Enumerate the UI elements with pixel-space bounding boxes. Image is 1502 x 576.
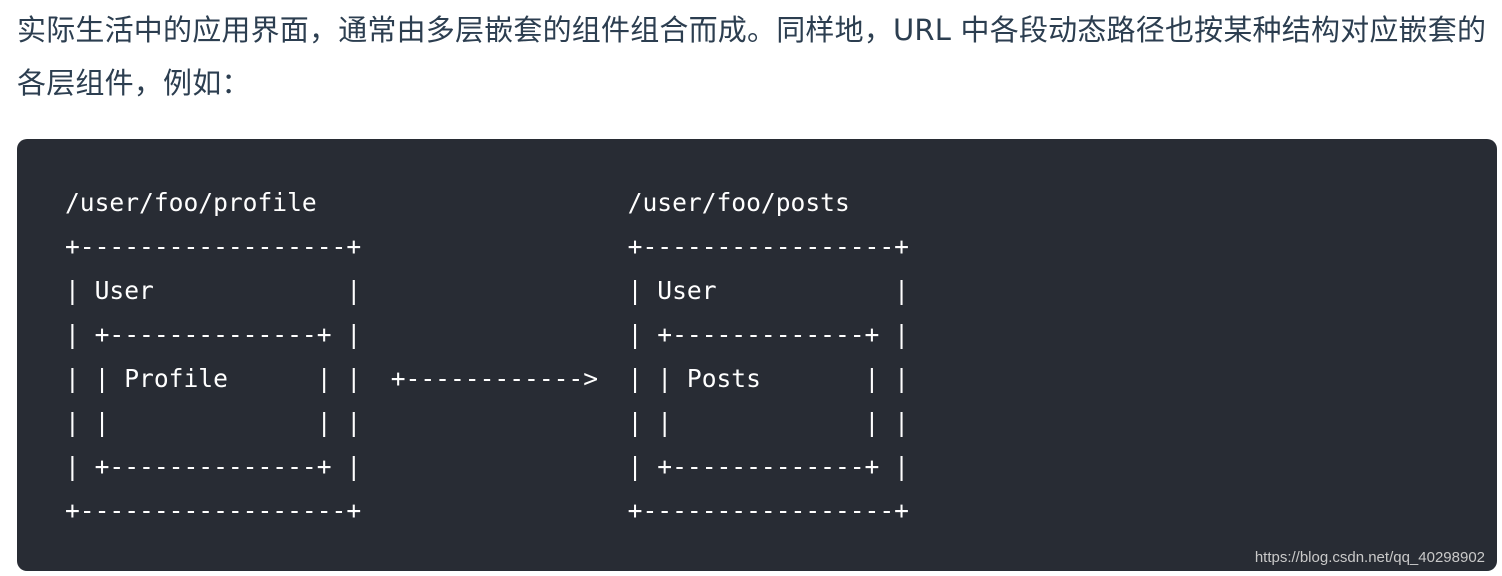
code-line-outer-bottom-border: +------------------+ +-----------------+ (65, 496, 909, 525)
code-block: /user/foo/profile /user/foo/posts +------… (17, 139, 1497, 571)
code-line-inner-top-border: | +--------------+ | | +-------------+ | (65, 320, 909, 349)
code-line-inner-empty: | | | | | | | | (65, 408, 909, 437)
code-content: /user/foo/profile /user/foo/posts +------… (65, 181, 909, 533)
watermark: https://blog.csdn.net/qq_40298902 (1254, 549, 1485, 566)
intro-paragraph: 实际生活中的应用界面，通常由多层嵌套的组件组合而成。同样地，URL 中各段动态路… (17, 13, 1487, 100)
code-line-inner-bottom-border: | +--------------+ | | +-------------+ | (65, 452, 909, 481)
code-line-user-label: | User | | User | (65, 276, 909, 305)
code-line-inner-labels-arrow: | | Profile | | +------------> | | Posts… (65, 364, 909, 393)
code-line-outer-top-border: +------------------+ +-----------------+ (65, 232, 909, 261)
code-line-route-labels: /user/foo/profile /user/foo/posts (65, 188, 850, 217)
